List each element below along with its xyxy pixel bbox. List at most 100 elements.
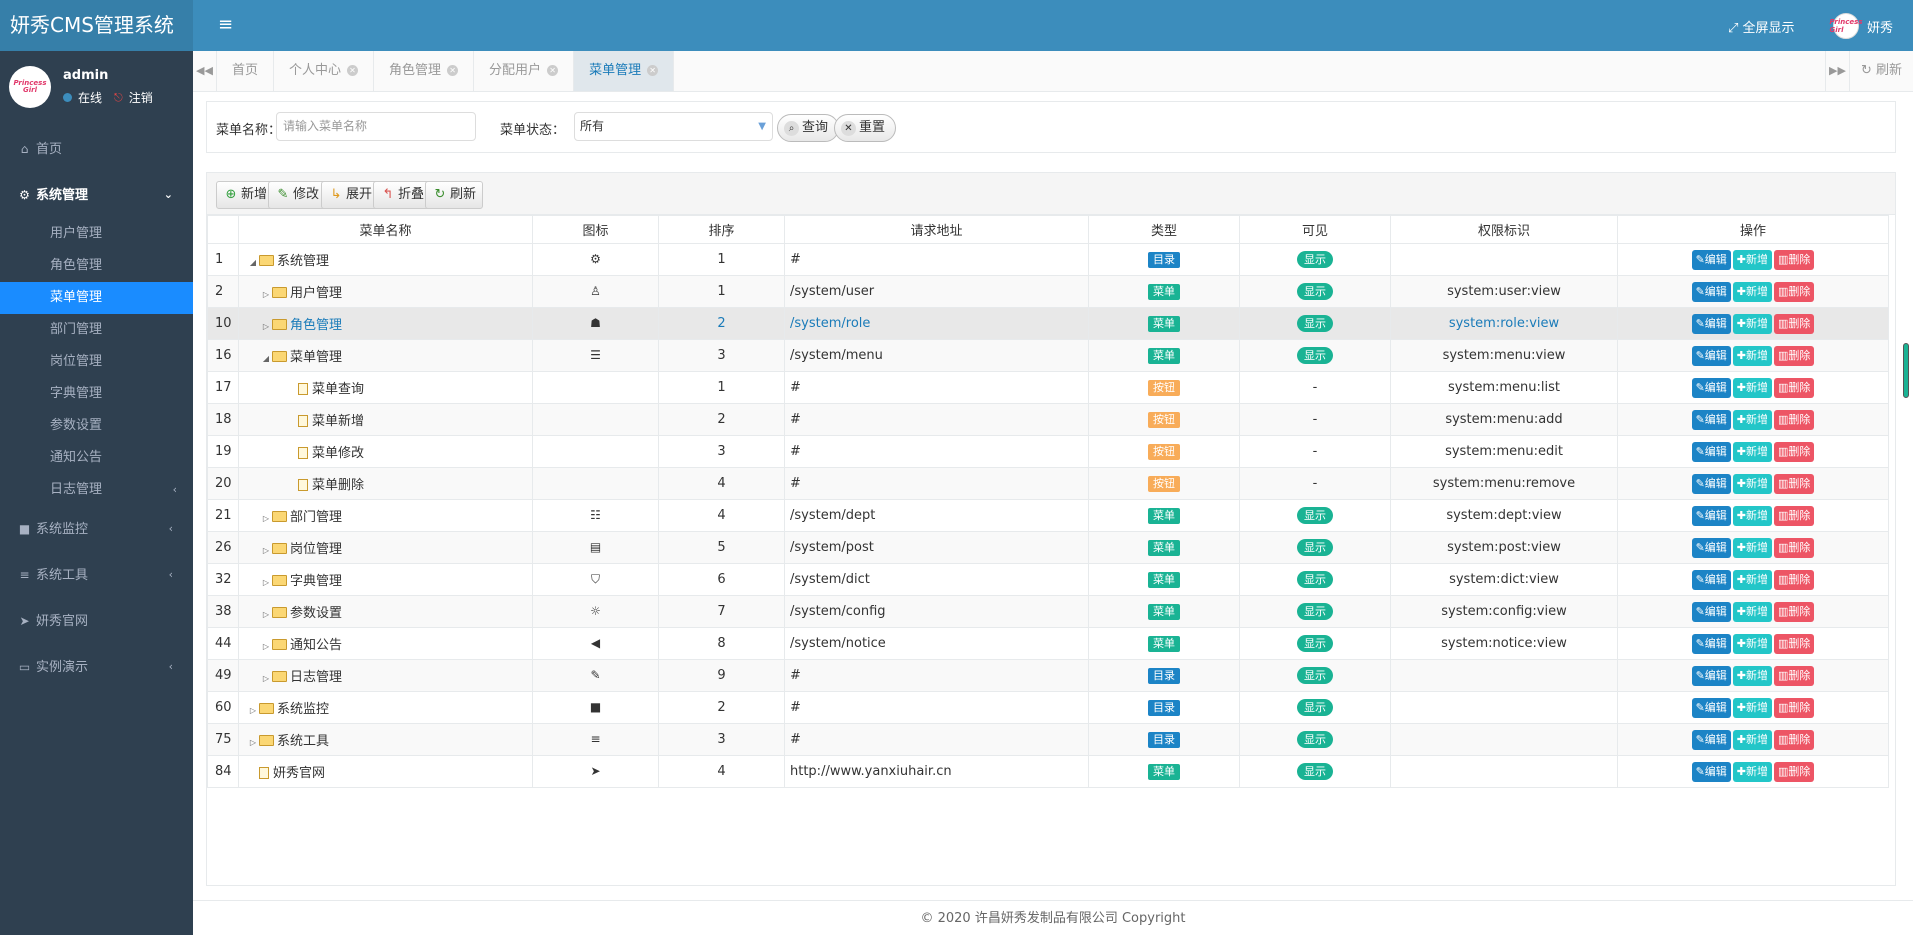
table-row[interactable]: 17 菜单查询 1 # 按钮 - system:menu:list ✎编辑 ✚新增 ▥删除	[207, 371, 1889, 404]
row-add-button[interactable]: ✚新增	[1732, 409, 1773, 430]
row-delete-button[interactable]: ▥删除	[1774, 665, 1815, 686]
tree-expand-icon[interactable]: ▷	[260, 578, 272, 587]
close-icon[interactable]: ✕	[647, 65, 659, 76]
tree-expand-icon[interactable]: ▷	[260, 674, 272, 683]
tree-expand-icon[interactable]: ▷	[260, 610, 272, 619]
sidebar-item-monitor[interactable]: ■ 系统监控 ‹	[0, 506, 193, 552]
row-add-button[interactable]: ✚新增	[1732, 313, 1773, 334]
row-edit-button[interactable]: ✎编辑	[1691, 633, 1731, 654]
sidebar-item-notices[interactable]: 通知公告	[0, 442, 193, 474]
row-delete-button[interactable]: ▥删除	[1774, 473, 1815, 494]
tree-expand-icon[interactable]: ▷	[260, 514, 272, 523]
row-delete-button[interactable]: ▥删除	[1774, 633, 1815, 654]
row-delete-button[interactable]: ▥删除	[1774, 537, 1815, 558]
col-header-type[interactable]: 类型	[1088, 215, 1240, 244]
sidebar-item-home[interactable]: ⌂ 首页	[0, 126, 193, 172]
sidebar-item-config[interactable]: 参数设置	[0, 410, 193, 442]
row-delete-button[interactable]: ▥删除	[1774, 249, 1815, 270]
query-button[interactable]: ⌕ 查询	[777, 114, 840, 142]
tab-menus[interactable]: 菜单管理 ✕	[574, 51, 675, 91]
row-edit-button[interactable]: ✎编辑	[1691, 473, 1731, 494]
row-add-button[interactable]: ✚新增	[1732, 729, 1773, 750]
row-add-button[interactable]: ✚新增	[1732, 761, 1773, 782]
row-edit-button[interactable]: ✎编辑	[1691, 441, 1731, 462]
row-edit-button[interactable]: ✎编辑	[1691, 569, 1731, 590]
table-row[interactable]: 16 ◢ 菜单管理 ☰ 3/system/menu 菜单 显示 system:menu:vie…	[207, 339, 1889, 372]
row-delete-button[interactable]: ▥删除	[1774, 313, 1815, 334]
table-row[interactable]: 19 菜单修改 3 # 按钮 - system:menu:edit ✎编辑 ✚新增 ▥删除	[207, 435, 1889, 468]
row-delete-button[interactable]: ▥删除	[1774, 281, 1815, 302]
row-edit-button[interactable]: ✎编辑	[1691, 729, 1731, 750]
row-add-button[interactable]: ✚新增	[1732, 537, 1773, 558]
row-add-button[interactable]: ✚新增	[1732, 377, 1773, 398]
row-edit-button[interactable]: ✎编辑	[1691, 537, 1731, 558]
row-edit-button[interactable]: ✎编辑	[1691, 505, 1731, 526]
row-edit-button[interactable]: ✎编辑	[1691, 697, 1731, 718]
tree-collapse-icon[interactable]: ◢	[260, 354, 272, 363]
row-edit-button[interactable]: ✎编辑	[1691, 249, 1731, 270]
table-row[interactable]: 60 ▷ 系统监控 ■ 2 # 目录 显示 ✎编辑 ✚新增 ▥删除	[207, 691, 1889, 724]
row-edit-button[interactable]: ✎编辑	[1691, 601, 1731, 622]
table-row[interactable]: 44 ▷ 通知公告 ◀ 8/system/notice 菜单 显示 system:notice…	[207, 627, 1889, 660]
col-header-permission[interactable]: 权限标识	[1390, 215, 1618, 244]
row-delete-button[interactable]: ▥删除	[1774, 761, 1815, 782]
scrollbar-thumb[interactable]	[1903, 343, 1909, 398]
row-delete-button[interactable]: ▥删除	[1774, 569, 1815, 590]
col-header-actions[interactable]: 操作	[1617, 215, 1889, 244]
row-add-button[interactable]: ✚新增	[1732, 249, 1773, 270]
table-row[interactable]: 49 ▷ 日志管理 ✎ 9 # 目录 显示 ✎编辑 ✚新增 ▥删除	[207, 659, 1889, 692]
close-icon[interactable]: ✕	[447, 65, 459, 76]
table-row[interactable]: 26 ▷ 岗位管理 ▤ 5/system/post 菜单 显示 system:post:vie…	[207, 531, 1889, 564]
row-edit-button[interactable]: ✎编辑	[1691, 345, 1731, 366]
tab-home[interactable]: 首页	[217, 51, 275, 91]
row-edit-button[interactable]: ✎编辑	[1691, 665, 1731, 686]
sidebar-item-users[interactable]: 用户管理	[0, 218, 193, 250]
row-add-button[interactable]: ✚新增	[1732, 697, 1773, 718]
row-delete-button[interactable]: ▥删除	[1774, 345, 1815, 366]
tree-expand-icon[interactable]: ▷	[247, 738, 259, 747]
row-add-button[interactable]: ✚新增	[1732, 473, 1773, 494]
tab-roles[interactable]: 角色管理 ✕	[374, 51, 475, 91]
tree-expand-icon[interactable]: ▷	[260, 546, 272, 555]
row-edit-button[interactable]: ✎编辑	[1691, 377, 1731, 398]
table-row[interactable]: 2 ▷ 用户管理 ♙ 1/system/user 菜单 显示 system:user:view…	[207, 275, 1889, 308]
row-edit-button[interactable]: ✎编辑	[1691, 281, 1731, 302]
table-row[interactable]: 18 菜单新增 2 # 按钮 - system:menu:add ✎编辑 ✚新增 ▥删除	[207, 403, 1889, 436]
sidebar-item-logs[interactable]: 日志管理 ‹	[0, 474, 193, 506]
tab-profile[interactable]: 个人中心 ✕	[274, 51, 375, 91]
row-edit-button[interactable]: ✎编辑	[1691, 409, 1731, 430]
col-header-url[interactable]: 请求地址	[784, 215, 1089, 244]
table-row[interactable]: 10 ▷ 角色管理 ☗ 2/system/role 菜单 显示 system:role:vie…	[207, 307, 1889, 340]
sidebar-item-tools[interactable]: ≡ 系统工具 ‹	[0, 552, 193, 598]
expand-button[interactable]: ↳ 展开	[321, 181, 380, 209]
row-add-button[interactable]: ✚新增	[1732, 345, 1773, 366]
table-row[interactable]: 84 妍秀官网 ➤ 4 http://www.yanxiuhair.cn 菜单 显示 ✎编辑 ✚…	[207, 755, 1889, 788]
row-add-button[interactable]: ✚新增	[1732, 569, 1773, 590]
tree-expand-icon[interactable]: ▷	[260, 642, 272, 651]
col-header-visible[interactable]: 可见	[1239, 215, 1391, 244]
sidebar-item-roles[interactable]: 角色管理	[0, 250, 193, 282]
row-add-button[interactable]: ✚新增	[1732, 441, 1773, 462]
tab-scroll-right-icon[interactable]: ▶▶	[1825, 51, 1849, 91]
col-header-order[interactable]: 排序	[658, 215, 785, 244]
tree-expand-icon[interactable]: ▷	[247, 706, 259, 715]
sidebar-item-menus[interactable]: 菜单管理	[0, 282, 193, 314]
sidebar-item-website[interactable]: ➤ 妍秀官网	[0, 598, 193, 644]
close-icon[interactable]: ✕	[547, 65, 559, 76]
logout-link[interactable]: 注销	[129, 89, 153, 106]
row-add-button[interactable]: ✚新增	[1732, 505, 1773, 526]
sidebar-item-posts[interactable]: 岗位管理	[0, 346, 193, 378]
row-add-button[interactable]: ✚新增	[1732, 281, 1773, 302]
row-add-button[interactable]: ✚新增	[1732, 633, 1773, 654]
table-row[interactable]: 1 ◢ 系统管理 ⚙ 1 # 目录 显示 ✎编辑 ✚新增 ▥删除	[207, 243, 1889, 276]
row-delete-button[interactable]: ▥删除	[1774, 697, 1815, 718]
sidebar-item-demo[interactable]: ▭ 实例演示 ‹	[0, 644, 193, 690]
row-delete-button[interactable]: ▥删除	[1774, 377, 1815, 398]
refresh-button[interactable]: ↻ 刷新	[425, 181, 484, 209]
col-header-name[interactable]: 菜单名称	[238, 215, 533, 244]
row-edit-button[interactable]: ✎编辑	[1691, 761, 1731, 782]
sidebar-item-system[interactable]: ⚙ 系统管理 ⌄	[0, 172, 193, 218]
table-row[interactable]: 38 ▷ 参数设置 ☼ 7/system/config 菜单 显示 system:config…	[207, 595, 1889, 628]
col-header-icon[interactable]: 图标	[532, 215, 659, 244]
reset-button[interactable]: ✕ 重置	[834, 114, 897, 142]
